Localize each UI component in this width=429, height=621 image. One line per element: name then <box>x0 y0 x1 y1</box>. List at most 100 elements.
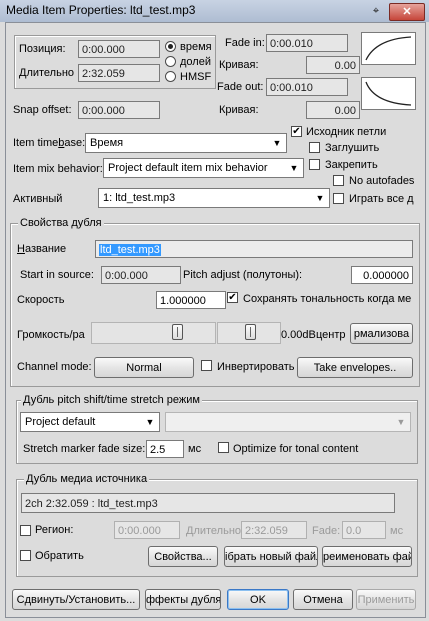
loop-source-label: Исходник петли <box>306 126 387 138</box>
active-take-value: 1: ltd_test.mp3 <box>103 192 176 204</box>
region-start-input[interactable]: 0:00.000 <box>114 521 180 539</box>
timebase-select[interactable]: Время ▼ <box>85 133 287 153</box>
region-checkbox[interactable] <box>20 525 31 536</box>
radio-time[interactable] <box>165 41 176 52</box>
optimize-tonal-checkbox[interactable] <box>218 442 229 453</box>
region-length-label: Длительно <box>186 525 242 537</box>
chevron-down-icon: ▼ <box>315 193 325 203</box>
fade-in-curve-input[interactable]: 0.00 <box>306 56 360 74</box>
radio-hmsf-label: HMSF <box>180 71 212 83</box>
start-in-source-label: Start in source: <box>20 269 94 281</box>
apply-button[interactable]: Применить <box>356 589 416 610</box>
take-envelopes-button[interactable]: Take envelopes.. <box>297 357 413 378</box>
timebase-label: Item timebase: <box>13 137 86 149</box>
invert-phase-label: Инвертировать <box>217 361 295 373</box>
channel-mode-label: Channel mode: <box>17 361 92 373</box>
region-fade-input[interactable]: 0.0 <box>342 521 386 539</box>
ok-button[interactable]: OK <box>227 589 289 610</box>
title-bar: Media Item Properties: ltd_test.mp3 ⌖ ✕ <box>0 0 429 22</box>
region-fade-label: Fade: <box>312 525 341 537</box>
volume-pan-label: Громкость/ра <box>17 329 85 341</box>
lock-checkbox[interactable] <box>309 159 320 170</box>
radio-time-label: время <box>180 41 212 53</box>
fade-in-input[interactable]: 0:00.010 <box>266 34 348 52</box>
region-fade-unit: мс <box>390 525 404 537</box>
mix-value: Project default item mix behavior <box>108 162 268 174</box>
active-take-select[interactable]: 1: ltd_test.mp3 ▼ <box>98 188 330 208</box>
pitch-mode-value: Project default <box>25 416 96 428</box>
region-length-input[interactable]: 2:32.059 <box>241 521 307 539</box>
mix-label: Item mix behavior: <box>13 163 103 175</box>
rate-input[interactable]: 1.000000 <box>156 291 226 309</box>
invert-phase-checkbox[interactable] <box>201 360 212 371</box>
pin-icon[interactable]: ⌖ <box>365 3 387 19</box>
preserve-pitch-label: Сохранять тональность когда ме <box>243 293 412 305</box>
fade-in-label: Fade in: <box>225 37 265 49</box>
source-media-title: Дубль медиа источника <box>24 473 150 486</box>
stretch-fade-label: Stretch marker fade size: <box>23 443 146 455</box>
source-file-field[interactable]: 2ch 2:32.059 : ltd_test.mp3 <box>21 493 395 513</box>
cancel-button[interactable]: Отмена <box>293 589 353 610</box>
snap-offset-label: Snap offset: <box>13 104 72 116</box>
radio-beats-label: долей <box>180 56 211 68</box>
radio-hmsf[interactable] <box>165 71 176 82</box>
volume-slider-thumb[interactable] <box>172 324 183 340</box>
length-label: Длительно <box>19 67 75 79</box>
normalize-button[interactable]: рмализова <box>350 323 413 344</box>
pitch-submode-select[interactable]: ▼ <box>165 412 411 432</box>
stretch-fade-input[interactable]: 2.5 <box>146 440 184 458</box>
no-autofades-checkbox[interactable] <box>333 175 344 186</box>
mute-label: Заглушить <box>325 142 380 154</box>
pitch-adjust-input[interactable]: 0.000000 <box>351 266 413 284</box>
rename-file-button[interactable]: реименовать фай <box>322 546 412 567</box>
fade-out-curve-label: Кривая: <box>219 104 259 116</box>
length-input[interactable]: 2:32.059 <box>78 64 160 82</box>
fade-out-shape-button[interactable] <box>361 77 416 110</box>
loop-source-checkbox[interactable]: ✔ <box>291 126 302 137</box>
dialog-window: Media Item Properties: ltd_test.mp3 ⌖ ✕ … <box>0 0 429 621</box>
mix-select[interactable]: Project default item mix behavior ▼ <box>103 158 304 178</box>
dialog-body: Позиция: 0:00.000 Длительно 2:32.059 вре… <box>5 22 426 618</box>
snap-offset-input[interactable]: 0:00.000 <box>78 101 160 119</box>
source-properties-button[interactable]: Свойства... <box>148 546 218 567</box>
fade-out-curve-input[interactable]: 0.00 <box>306 101 360 119</box>
fade-out-label: Fade out: <box>217 81 264 93</box>
pitch-mode-title: Дубль pitch shift/time stretch режим <box>21 394 202 407</box>
take-fx-button[interactable]: ффекты дубля <box>145 589 221 610</box>
take-name-value: ltd_test.mp3 <box>99 244 161 256</box>
stretch-fade-unit: мс <box>188 443 202 455</box>
pan-slider[interactable] <box>217 322 281 344</box>
nudge-set-button[interactable]: Сдвинуть/Установить... <box>12 589 140 610</box>
position-input[interactable]: 0:00.000 <box>78 40 160 58</box>
start-in-source-input[interactable]: 0:00.000 <box>101 266 181 284</box>
reverse-checkbox[interactable] <box>20 550 31 561</box>
chevron-down-icon: ▼ <box>396 417 406 427</box>
take-name-input[interactable]: ltd_test.mp3 <box>95 240 413 258</box>
channel-mode-button[interactable]: Normal <box>94 357 194 378</box>
active-take-label: Активный <box>13 193 63 205</box>
pitch-mode-select[interactable]: Project default ▼ <box>20 412 160 432</box>
choose-new-file-button[interactable]: ібрать новый файл <box>224 546 318 567</box>
rate-label: Скорость <box>17 294 65 306</box>
close-button[interactable]: ✕ <box>389 3 425 21</box>
region-label: Регион: <box>35 524 74 536</box>
preserve-pitch-checkbox[interactable]: ✔ <box>227 292 238 303</box>
timebase-value: Время <box>90 137 124 149</box>
mute-checkbox[interactable] <box>309 142 320 153</box>
position-label: Позиция: <box>19 43 66 55</box>
take-properties-title: Свойства дубля <box>18 217 104 230</box>
take-name-label: Название <box>17 243 67 255</box>
fade-out-input[interactable]: 0:00.010 <box>266 78 348 96</box>
play-all-takes-label: Играть все д <box>349 193 414 205</box>
pitch-adjust-label: Pitch adjust (полутоны): <box>183 269 303 281</box>
play-all-takes-checkbox[interactable] <box>333 193 344 204</box>
chevron-down-icon: ▼ <box>289 163 299 173</box>
fade-in-shape-button[interactable] <box>361 32 416 65</box>
fade-out-curve-icon <box>365 81 412 106</box>
radio-beats[interactable] <box>165 56 176 67</box>
volume-slider[interactable] <box>91 322 216 344</box>
volume-readout: 0.00dB <box>281 329 316 341</box>
pan-slider-thumb[interactable] <box>245 324 256 340</box>
fade-in-curve-label: Кривая: <box>219 59 259 71</box>
optimize-tonal-label: Optimize for tonal content <box>233 443 359 455</box>
